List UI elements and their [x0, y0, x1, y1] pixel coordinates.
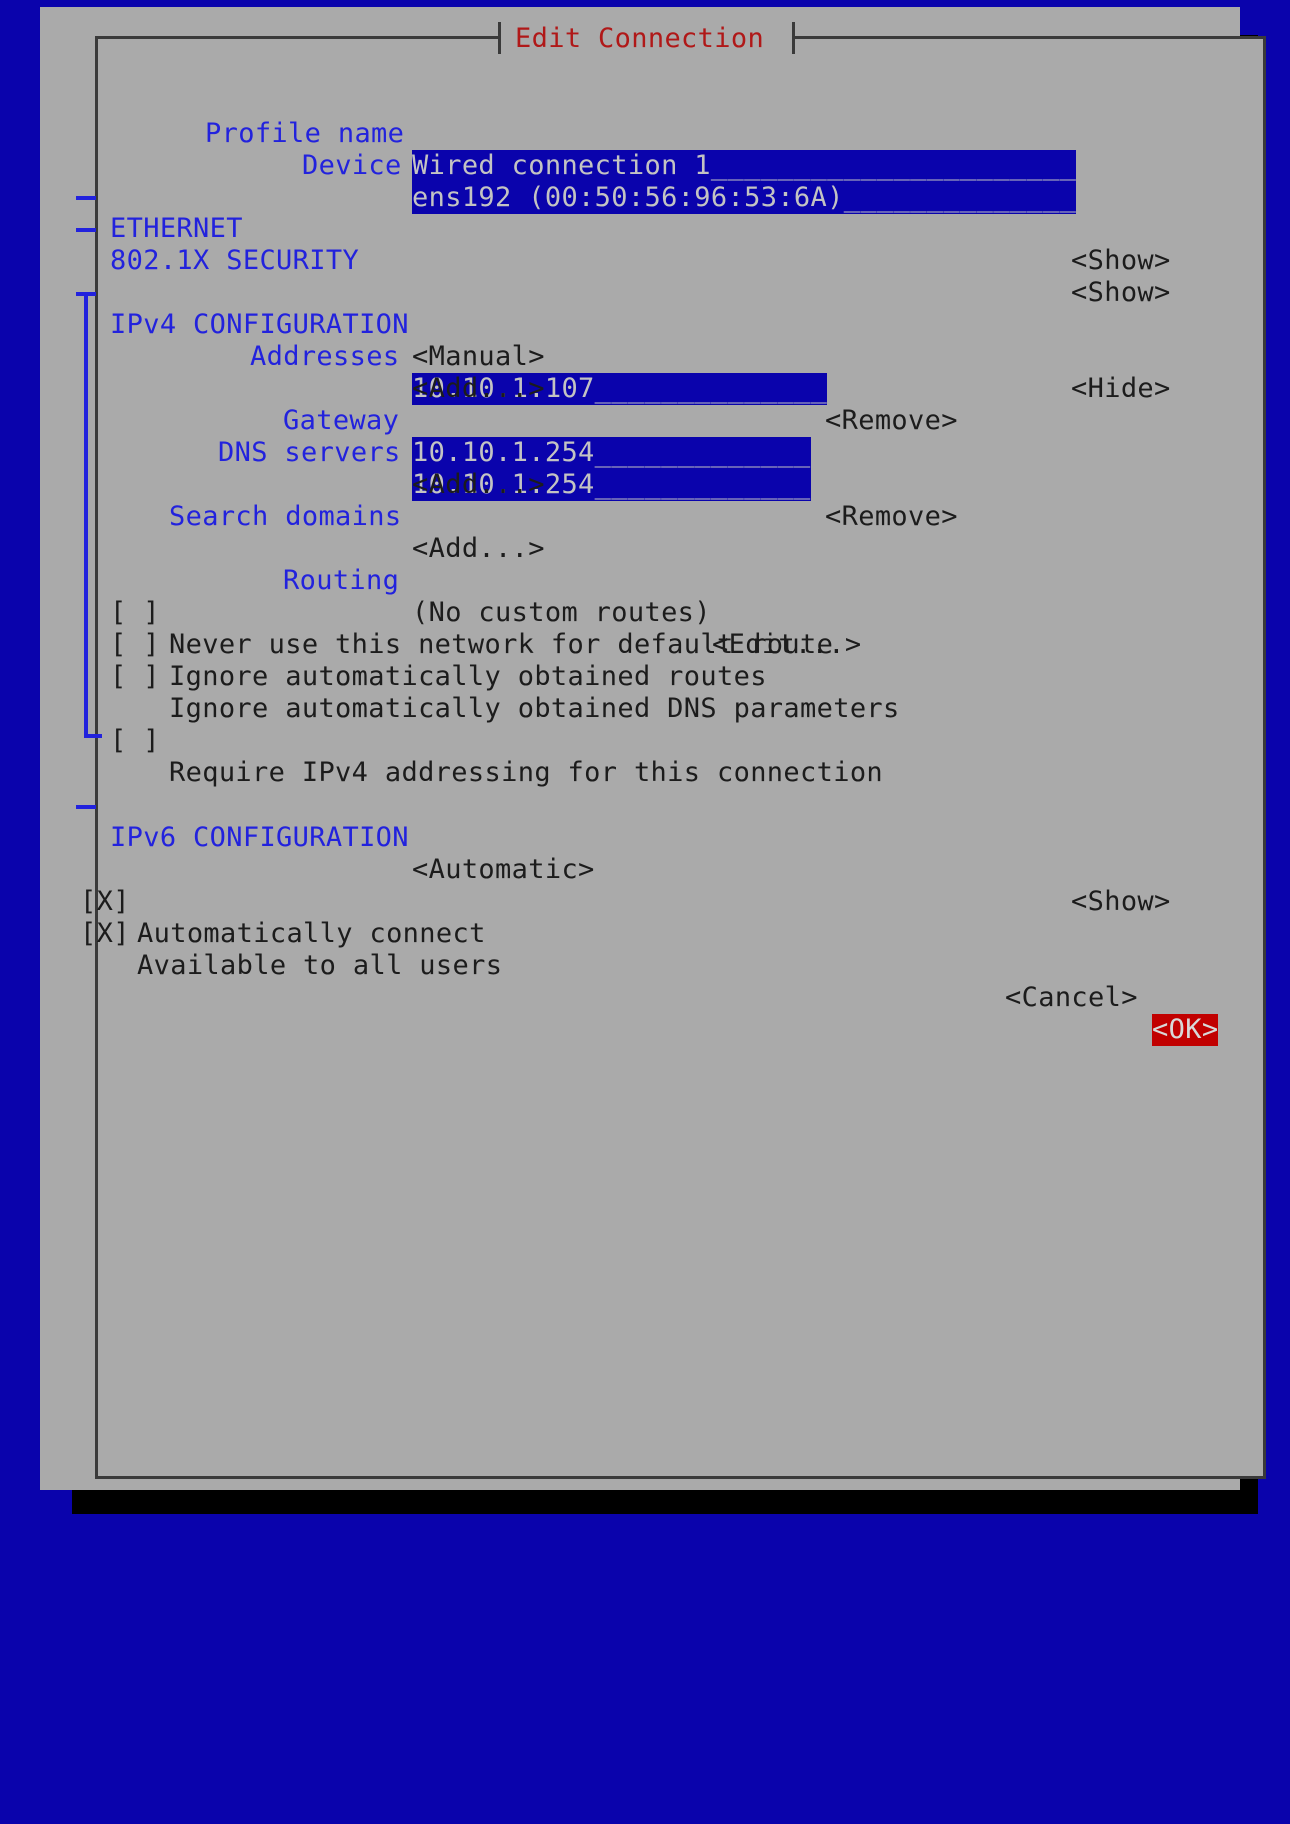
profile-name-label: Profile name	[205, 118, 404, 150]
checkbox-ignore-routes[interactable]: [ ] Ignore automatically obtained routes	[0, 597, 98, 629]
terminal-screen: Edit Connection Profile name Wired conne…	[0, 0, 1290, 1512]
profile-name-row: Profile name Wired connection 1_________…	[0, 86, 98, 118]
checkbox-never-default-route-box[interactable]: [ ]	[110, 597, 160, 629]
profile-name-input[interactable]: Wired connection 1______________________	[412, 150, 1076, 182]
security-show-toggle[interactable]: <Show>	[1071, 277, 1171, 309]
device-filler: ______________	[844, 182, 1076, 213]
checkbox-ignore-dns[interactable]: [ ] Ignore automatically obtained DNS pa…	[0, 629, 98, 661]
ipv6-section-title: IPv6 CONFIGURATION	[110, 822, 409, 854]
checkbox-ignore-routes-box[interactable]: [ ]	[110, 629, 160, 661]
checkbox-all-users[interactable]: [X] Available to all users	[0, 886, 98, 918]
checkbox-auto-connect-label: Automatically connect	[137, 918, 486, 950]
routing-status: (No custom routes)	[412, 597, 711, 629]
search-domains-label: Search domains	[169, 501, 401, 533]
profile-name-filler: ______________________	[711, 150, 1076, 181]
addresses-remove-button[interactable]: <Remove>	[825, 405, 958, 437]
ipv4-section-row[interactable]: IPv4 CONFIGURATION <Manual> <Hide>	[0, 277, 98, 309]
addresses-label: Addresses	[250, 341, 399, 373]
checkbox-ignore-routes-label: Ignore automatically obtained routes	[169, 661, 767, 693]
ipv4-gateway-row: Gateway 10.10.1.254_____________	[0, 373, 98, 405]
device-value: ens192 (00:50:56:96:53:6A)	[412, 182, 844, 213]
ok-button[interactable]: <OK>	[1152, 1014, 1218, 1046]
ipv6-section-row[interactable]: IPv6 CONFIGURATION <Automatic> <Show>	[0, 790, 98, 822]
ethernet-section-row[interactable]: ETHERNET <Show>	[0, 181, 98, 213]
device-row: Device ens192 (00:50:56:96:53:6A)_______…	[0, 118, 98, 150]
checkbox-require-ipv4-label: Require IPv4 addressing for this connect…	[169, 757, 883, 789]
ipv4-hide-toggle[interactable]: <Hide>	[1071, 373, 1171, 405]
security-section-title: 802.1X SECURITY	[110, 245, 359, 277]
ethernet-show-toggle[interactable]: <Show>	[1071, 245, 1171, 277]
ipv4-dns-row: DNS servers 10.10.1.254_____________ <Re…	[0, 405, 98, 437]
ipv6-show-toggle[interactable]: <Show>	[1071, 886, 1171, 918]
addresses-filler: ______________	[595, 373, 827, 404]
ipv4-section-title: IPv4 CONFIGURATION	[110, 309, 409, 341]
addresses-add-button[interactable]: <Add...>	[412, 373, 545, 405]
checkbox-ignore-dns-label: Ignore automatically obtained DNS parame…	[169, 693, 900, 725]
security-section-row[interactable]: 802.1X SECURITY <Show>	[0, 213, 98, 245]
gateway-label: Gateway	[283, 405, 399, 437]
checkbox-never-default-route[interactable]: [ ] Never use this network for default r…	[0, 565, 98, 597]
ipv6-method-select[interactable]: <Automatic>	[412, 854, 595, 886]
dialog-actions: <Cancel> <OK>	[0, 950, 98, 982]
checkbox-ignore-dns-box[interactable]: [ ]	[110, 661, 160, 693]
dns-servers-label: DNS servers	[218, 437, 401, 469]
gateway-input[interactable]: 10.10.1.254_____________	[412, 437, 811, 469]
device-input[interactable]: ens192 (00:50:56:96:53:6A)______________	[412, 182, 1076, 214]
gateway-filler: _____________	[595, 437, 811, 468]
cancel-button[interactable]: <Cancel>	[1005, 982, 1138, 1014]
ethernet-section-title: ETHERNET	[110, 213, 243, 245]
search-domains-add-button[interactable]: <Add...>	[412, 533, 545, 565]
checkbox-never-default-route-label: Never use this network for default route	[169, 629, 833, 661]
device-label: Device	[302, 150, 402, 182]
checkbox-require-ipv4-box[interactable]: [ ]	[110, 725, 160, 757]
ipv4-method-select[interactable]: <Manual>	[412, 341, 545, 373]
ipv4-routing-row: Routing (No custom routes) <Edit...>	[0, 533, 98, 565]
ipv4-search-domains-row: Search domains <Add...>	[0, 469, 98, 501]
dns-servers-add-button[interactable]: <Add...>	[412, 469, 545, 501]
checkbox-require-ipv4[interactable]: [ ] Require IPv4 addressing for this con…	[0, 693, 98, 725]
checkbox-all-users-label: Available to all users	[137, 950, 502, 982]
checkbox-all-users-box[interactable]: [X]	[80, 918, 130, 950]
checkbox-auto-connect[interactable]: [X] Automatically connect	[0, 854, 98, 886]
routing-label: Routing	[283, 565, 399, 597]
dialog-content: Profile name Wired connection 1_________…	[0, 0, 1290, 1512]
gateway-value: 10.10.1.254	[412, 437, 595, 468]
ipv4-dns-add-row: <Add...>	[0, 437, 98, 469]
profile-name-value: Wired connection 1	[412, 150, 711, 181]
ipv4-addresses-add-row: <Add...>	[0, 341, 98, 373]
ipv4-addresses-row: Addresses 10.10.1.107______________ <Rem…	[0, 309, 98, 341]
dns-servers-filler: _____________	[595, 469, 811, 500]
dns-servers-remove-button[interactable]: <Remove>	[825, 501, 958, 533]
